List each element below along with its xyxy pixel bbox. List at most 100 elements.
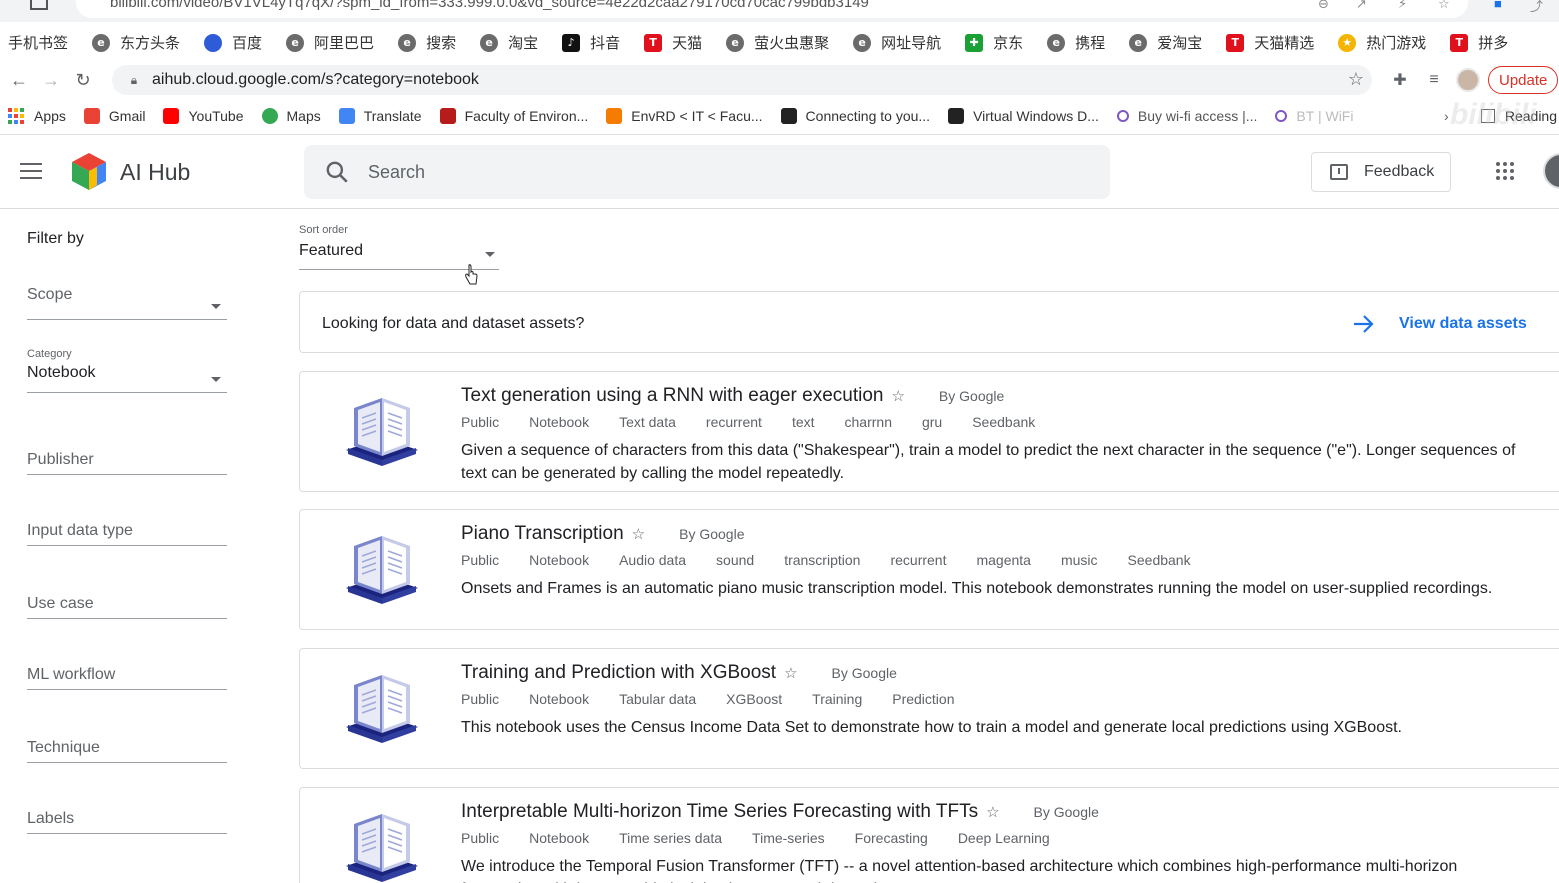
asset-tag[interactable]: Prediction xyxy=(892,691,954,707)
asset-card[interactable]: Text generation using a RNN with eager e… xyxy=(299,371,1559,492)
asset-title[interactable]: Text generation using a RNN with eager e… xyxy=(461,385,883,406)
asset-tag[interactable]: recurrent xyxy=(706,414,762,430)
cn-bookmark-item[interactable]: e 淘宝 xyxy=(480,32,538,53)
asset-tag[interactable]: recurrent xyxy=(890,552,946,568)
asset-tag[interactable]: text xyxy=(792,414,815,430)
back-icon[interactable]: ← xyxy=(4,65,34,95)
asset-tag[interactable]: Audio data xyxy=(619,552,686,568)
asset-tag[interactable]: Public xyxy=(461,414,499,430)
cn-bookmark-item[interactable]: e 阿里巴巴 xyxy=(286,32,374,53)
cn-bookmark-item[interactable]: T 天猫精选 xyxy=(1226,32,1314,53)
asset-tag[interactable]: Public xyxy=(461,691,499,707)
asset-tag[interactable]: music xyxy=(1061,552,1098,568)
cn-bookmark-item[interactable]: e 爱淘宝 xyxy=(1129,32,1202,53)
cn-bookmark-item[interactable]: T 拼多 xyxy=(1450,32,1508,53)
user-avatar[interactable] xyxy=(1543,153,1559,189)
labels-filter[interactable]: Labels xyxy=(27,810,227,834)
bookmark-wifi[interactable]: Buy wi-fi access |... xyxy=(1116,108,1257,124)
asset-tag[interactable]: Tabular data xyxy=(619,691,696,707)
share-icon[interactable]: ↗ xyxy=(1356,0,1372,11)
asset-title[interactable]: Piano Transcription xyxy=(461,523,624,544)
omnibox[interactable]: 🔒︎ aihub.cloud.google.com/s?category=not… xyxy=(112,65,1372,95)
bookmark-maps[interactable]: Maps xyxy=(261,107,321,124)
bookmark-faculty[interactable]: Faculty of Environ... xyxy=(439,107,588,124)
bookmark-star-icon[interactable]: ☆ xyxy=(1438,0,1454,11)
asset-tag[interactable]: Training xyxy=(812,691,862,707)
asset-tag[interactable]: Time series data xyxy=(619,830,722,846)
asset-tag[interactable]: Forecasting xyxy=(855,830,928,846)
omnibox-url[interactable]: aihub.cloud.google.com/s?category=notebo… xyxy=(152,71,479,89)
asset-tag[interactable]: Text data xyxy=(619,414,676,430)
bookmark-youtube[interactable]: YouTube xyxy=(163,107,244,124)
media-control-icon[interactable]: ≡ xyxy=(1422,71,1446,89)
asset-title[interactable]: Interpretable Multi-horizon Time Series … xyxy=(461,801,978,822)
scope-filter[interactable]: Scope xyxy=(27,286,227,320)
bookmark-virtual[interactable]: Virtual Windows D... xyxy=(948,107,1099,124)
star-icon[interactable]: ☆ xyxy=(891,388,904,405)
asset-tag[interactable]: Time-series xyxy=(752,830,825,846)
bookmark-gmail[interactable]: Gmail xyxy=(83,107,145,124)
cn-bookmark-item[interactable]: 手机书签 xyxy=(8,32,68,53)
asset-card[interactable]: Piano Transcription ☆ By Google Public Noteb… xyxy=(299,509,1559,630)
technique-filter[interactable]: Technique xyxy=(27,739,227,763)
lock-icon[interactable]: 🔒︎ xyxy=(126,73,142,88)
star-icon[interactable]: ☆ xyxy=(784,665,797,682)
bookmarks-overflow-icon[interactable]: › xyxy=(1444,108,1449,124)
update-button[interactable]: Update xyxy=(1488,66,1559,94)
star-icon[interactable]: ☆ xyxy=(986,804,999,821)
search-bar[interactable] xyxy=(304,145,1110,199)
extension-icon[interactable]: ⚡ xyxy=(1398,0,1414,11)
input-data-type-filter[interactable]: Input data type xyxy=(27,522,227,546)
menu-icon[interactable] xyxy=(20,163,42,184)
cn-bookmark-item[interactable]: e 萤火虫惠聚 xyxy=(726,32,829,53)
publisher-filter[interactable]: Publisher xyxy=(27,451,227,475)
asset-tag[interactable]: Notebook xyxy=(529,830,589,846)
asset-card[interactable]: Training and Prediction with XGBoost ☆ By … xyxy=(299,648,1559,769)
cn-bookmark-item[interactable]: e 搜索 xyxy=(398,32,456,53)
window-share-icon[interactable]: ⤴ xyxy=(1530,0,1546,14)
search-input[interactable] xyxy=(368,161,1068,183)
asset-tag[interactable]: charrnn xyxy=(845,414,892,430)
category-filter[interactable]: Category Notebook xyxy=(27,348,227,393)
bookmark-envrd[interactable]: EnvRD < IT < Facu... xyxy=(606,107,763,124)
asset-tag[interactable]: Notebook xyxy=(529,691,589,707)
cn-bookmark-item[interactable]: e 网址导航 xyxy=(853,32,941,53)
apps-grid-icon[interactable] xyxy=(1496,162,1514,180)
cn-bookmark-item[interactable]: ✚ 京东 xyxy=(965,32,1023,53)
asset-tag[interactable]: transcription xyxy=(784,552,860,568)
ml-workflow-filter[interactable]: ML workflow xyxy=(27,666,227,690)
cn-bookmark-item[interactable]: ♪ 抖音 xyxy=(562,32,620,53)
asset-tag[interactable]: Seedbank xyxy=(972,414,1035,430)
star-icon[interactable]: ☆ xyxy=(632,526,645,543)
cn-bookmark-item[interactable]: T 天猫 xyxy=(644,32,702,53)
asset-tag[interactable]: Public xyxy=(461,830,499,846)
asset-tag[interactable]: XGBoost xyxy=(726,691,782,707)
translate-badge-icon[interactable]: ■ xyxy=(1494,0,1510,11)
profile-avatar[interactable] xyxy=(1456,68,1480,92)
bookmark-bt[interactable]: BT | WiFi xyxy=(1275,108,1353,124)
arrow-right-icon[interactable] xyxy=(1353,314,1375,334)
use-case-filter[interactable]: Use case xyxy=(27,595,227,619)
asset-tag[interactable]: Seedbank xyxy=(1128,552,1191,568)
bookmark-apps[interactable]: Apps xyxy=(8,107,66,124)
search-icon[interactable] xyxy=(324,159,350,185)
extensions-puzzle-icon[interactable]: ✚ xyxy=(1388,70,1412,90)
cn-bookmark-item[interactable]: 百度 xyxy=(204,32,262,53)
asset-tag[interactable]: Public xyxy=(461,552,499,568)
asset-card[interactable]: Interpretable Multi-horizon Time Series … xyxy=(299,787,1559,883)
asset-tag[interactable]: gru xyxy=(922,414,942,430)
asset-tag[interactable]: magenta xyxy=(976,552,1030,568)
cn-bookmark-item[interactable]: ★ 热门游戏 xyxy=(1338,32,1426,53)
bookmark-translate[interactable]: Translate xyxy=(338,107,422,124)
forward-icon[interactable]: → xyxy=(36,65,66,95)
asset-tag[interactable]: Notebook xyxy=(529,414,589,430)
asset-tag[interactable]: Deep Learning xyxy=(958,830,1050,846)
reload-icon[interactable]: ↻ xyxy=(68,65,98,95)
asset-title[interactable]: Training and Prediction with XGBoost xyxy=(461,662,776,683)
bookmark-star-icon[interactable]: ☆ xyxy=(1348,69,1364,90)
cn-bookmark-item[interactable]: e 携程 xyxy=(1047,32,1105,53)
zoom-icon[interactable]: ⊖ xyxy=(1318,0,1334,11)
cn-bookmark-item[interactable]: e 东方头条 xyxy=(92,32,180,53)
bookmark-connecting[interactable]: Connecting to you... xyxy=(780,107,930,124)
asset-tag[interactable]: sound xyxy=(716,552,754,568)
